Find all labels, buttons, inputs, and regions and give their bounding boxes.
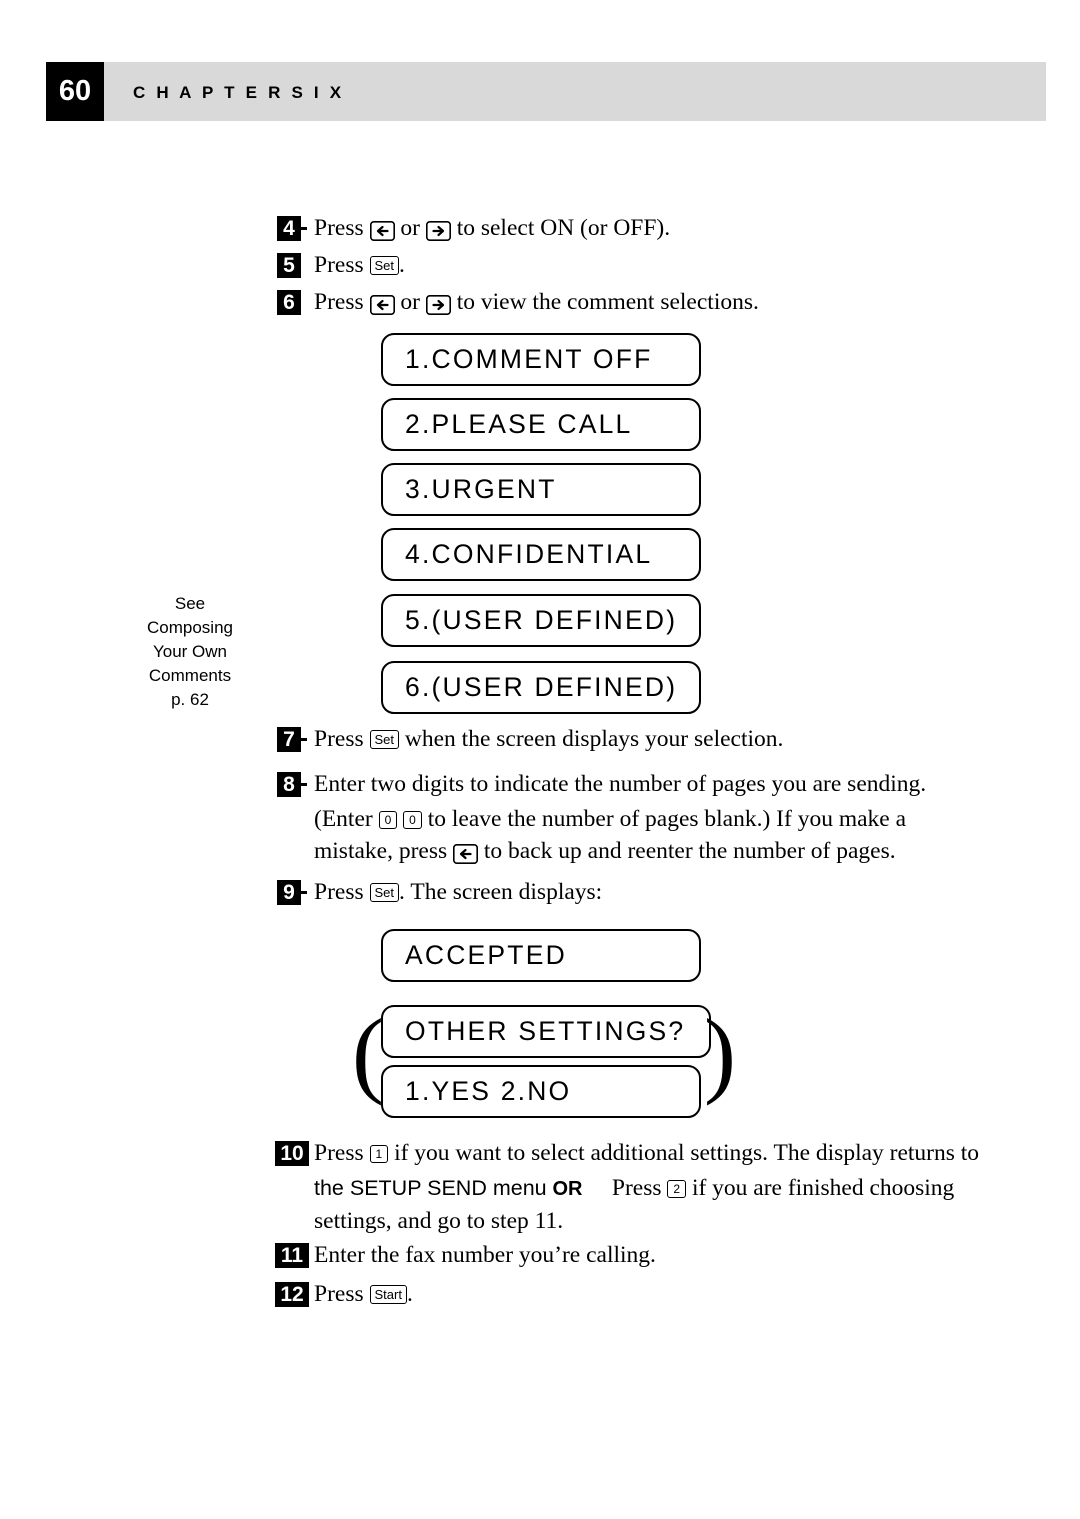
set-key-icon: Set [369, 730, 400, 749]
group-paren-right: ) [704, 999, 736, 1106]
step-marker-10: 10 [275, 1141, 309, 1166]
lcd-please-call: 2.PLEASE CALL [381, 398, 701, 451]
step-7-tail-label: when the screen displays your selection. [404, 726, 784, 752]
two-key-icon: 2 [667, 1180, 687, 1198]
step-11-text: Enter the fax number you’re calling. [314, 1242, 656, 1268]
step-9-text: Press Set. The screen displays: [314, 879, 602, 905]
lcd-urgent: 3.URGENT [381, 463, 701, 516]
page-number: 60 [58, 75, 92, 107]
lcd-confidential: 4.CONFIDENTIAL [381, 528, 701, 581]
step-8-text-1: Enter two digits to indicate the number … [314, 771, 927, 797]
step-10-tail-label: if you want to select additional setting… [394, 1140, 980, 1166]
sidenote-line-4: Comments [148, 666, 232, 685]
step-dash-4 [299, 227, 307, 230]
step-8-text-3a: mistake, press [314, 838, 448, 864]
chapter-title: C H A P T E R S I X [133, 83, 345, 102]
step-marker-8: 8 [277, 772, 301, 797]
sidenote-line-5: p. 62 [171, 690, 209, 709]
step-12-press-label: Press [314, 1281, 364, 1307]
step-9-tail-label: . The screen displays: [399, 879, 603, 905]
step-8-line-3: mistake, press to back up and reenter th… [314, 838, 896, 864]
step-11-label: Enter the fax number you’re calling. [314, 1242, 656, 1268]
step-marker-5: 5 [277, 253, 301, 278]
step-4-tail-label: to select ON (or OFF). [456, 215, 671, 241]
step-4-or-label: or [400, 215, 420, 241]
sidenote-line-2: Composing [147, 618, 233, 637]
step-6-tail-label: to view the comment selections. [456, 289, 759, 315]
step-12-period: . [406, 1281, 413, 1307]
one-key-icon: 1 [369, 1145, 389, 1163]
step-10-menu-label: the SETUP SEND menu [314, 1176, 547, 1200]
step-10-text-3: settings, and go to step 11. [314, 1208, 564, 1234]
step-marker-6: 6 [277, 290, 301, 315]
set-key-icon: Set [369, 883, 400, 902]
step-10-or-label: OR [552, 1178, 583, 1200]
step-10-line-2: the SETUP SEND menu OR Press 2 if you ar… [314, 1175, 954, 1202]
step-dash-7 [299, 738, 307, 741]
step-marker-11: 11 [275, 1243, 309, 1268]
step-dash-9 [299, 891, 307, 894]
zero-key-icon: 0 [403, 811, 422, 829]
lcd-comment-off: 1.COMMENT OFF [381, 333, 701, 386]
step-6-or-label: or [400, 289, 420, 315]
step-marker-4: 4 [277, 216, 301, 241]
lcd-user-defined-6: 6.(USER DEFINED) [381, 661, 701, 714]
step-10-press-label: Press [314, 1140, 364, 1166]
step-7-text: Press Set when the screen displays your … [314, 726, 783, 752]
step-9-press-label: Press [314, 879, 364, 905]
zero-key-icon: 0 [378, 811, 398, 829]
left-arrow-key-icon [453, 844, 479, 864]
step-marker-7: 7 [277, 727, 301, 752]
step-6-press-label: Press [314, 289, 364, 315]
right-arrow-key-icon [425, 221, 451, 241]
lcd-other-settings: OTHER SETTINGS? [381, 1005, 711, 1058]
right-arrow-key-icon [425, 295, 451, 315]
left-arrow-key-icon [369, 221, 395, 241]
page-header: 60 C H A P T E R S I X [0, 62, 1080, 121]
step-10-press-2-label: Press [611, 1175, 662, 1201]
lcd-user-defined-5: 5.(USER DEFINED) [381, 594, 701, 647]
step-8-line-2: (Enter 0 0 to leave the number of pages … [314, 806, 906, 832]
step-5-text: Press Set. [314, 252, 405, 278]
step-10-line-3: settings, and go to step 11. [314, 1208, 563, 1234]
left-arrow-key-icon [369, 295, 395, 315]
step-marker-12: 12 [275, 1282, 309, 1307]
step-6-text: Press or to view the comment selections. [314, 289, 759, 315]
step-8-text-3b: to back up and reenter the number of pag… [483, 838, 896, 864]
group-paren-left: ( [352, 999, 384, 1106]
step-marker-9: 9 [277, 880, 301, 905]
step-8-text-2a: (Enter [314, 806, 373, 832]
start-key-icon: Start [369, 1285, 407, 1304]
step-dash-8 [299, 783, 307, 786]
step-12-text: Press Start. [314, 1281, 413, 1307]
lcd-yes-no: 1.YES 2.NO [381, 1065, 701, 1118]
sidenote-composing-comments: See Composing Your Own Comments p. 62 [115, 592, 265, 712]
sidenote-line-1: See [174, 594, 206, 613]
step-5-period: . [399, 252, 405, 278]
step-7-press-label: Press [314, 726, 364, 752]
step-4-press-label: Press [314, 215, 364, 241]
set-key-icon: Set [369, 256, 400, 275]
step-5-press-label: Press [314, 252, 364, 278]
step-4-text: Press or to select ON (or OFF). [314, 215, 670, 241]
sidenote-line-3: Your Own [152, 642, 228, 661]
lcd-accepted: ACCEPTED [381, 929, 701, 982]
step-10-tail-2-label: if you are finished choosing [691, 1175, 955, 1201]
step-8-text-2b: to leave the number of pages blank.) If … [427, 806, 907, 832]
step-8-line-1: Enter two digits to indicate the number … [314, 771, 926, 797]
step-10-line-1: Press 1 if you want to select additional… [314, 1140, 979, 1166]
